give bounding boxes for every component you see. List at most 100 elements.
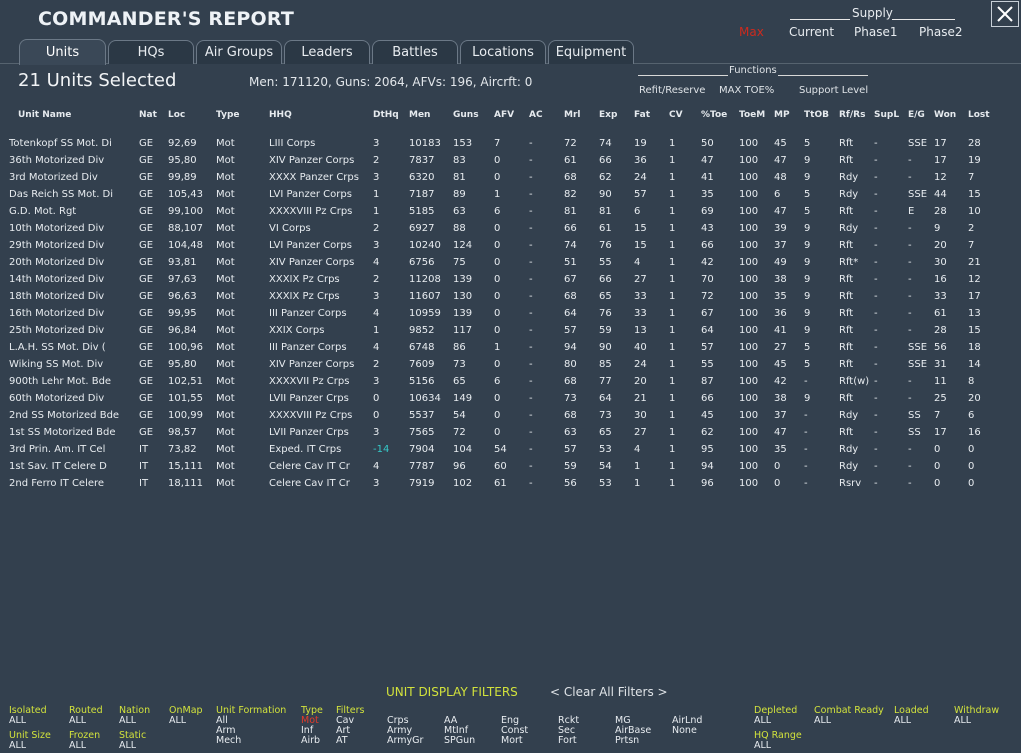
filter-unit-size-all[interactable]: ALL [9, 740, 26, 751]
column-header-loc[interactable]: Loc [168, 110, 185, 120]
tab-units[interactable]: Units [19, 39, 106, 65]
tab-locations[interactable]: Locations [460, 40, 546, 64]
column-header-ttob[interactable]: TtOB [804, 110, 829, 120]
filter-frozen-all[interactable]: ALL [69, 740, 86, 751]
cell-exp: 61 [599, 223, 612, 234]
column-header-exp[interactable]: Exp [599, 110, 617, 120]
filter-depleted-all[interactable]: ALL [754, 715, 771, 726]
filter-type-mort[interactable]: Mort [501, 735, 523, 746]
filter-isolated-all[interactable]: ALL [9, 715, 26, 726]
table-row[interactable]: 900th Lehr Mot. Bde GE 102,51 Mot XXXXVII Pz… [0, 373, 1021, 390]
tab-equipment[interactable]: Equipment [548, 40, 634, 64]
clear-all-filters-button[interactable]: < Clear All Filters > [550, 685, 668, 699]
table-row[interactable]: 29th Motorized Div GE 104,48 Mot LVI Panzer … [0, 237, 1021, 254]
filter-hq-range-all[interactable]: ALL [754, 740, 771, 751]
filter-type-airb[interactable]: Airb [301, 735, 320, 746]
table-row[interactable]: Das Reich SS Mot. Di GE 105,43 Mot LVI Panze… [0, 186, 1021, 203]
table-row[interactable]: 2nd SS Motorized Bde GE 100,99 Mot XXXXVIII … [0, 407, 1021, 424]
column-header-ac[interactable]: AC [529, 110, 543, 120]
column-header-type[interactable]: Type [216, 110, 239, 120]
filter-filters-at[interactable]: AT [336, 735, 348, 746]
column-header-toem[interactable]: ToeM [739, 110, 765, 120]
table-row[interactable]: 14th Motorized Div GE 97,63 Mot XXXIX Pz Crp… [0, 271, 1021, 288]
supply-option-phase2[interactable]: Phase2 [919, 25, 962, 39]
filter-loaded-all[interactable]: ALL [894, 715, 911, 726]
column-header-mp[interactable]: MP [774, 110, 790, 120]
filter-nation-all[interactable]: ALL [119, 715, 136, 726]
tab-battles[interactable]: Battles [372, 40, 458, 64]
filter-onmap-all[interactable]: ALL [169, 715, 186, 726]
filter-routed-all[interactable]: ALL [69, 715, 86, 726]
tab-hqs[interactable]: HQs [108, 40, 194, 64]
column-header-mrl[interactable]: Mrl [564, 110, 580, 120]
table-row[interactable]: 3rd Motorized Div GE 99,89 Mot XXXX Panzer C… [0, 169, 1021, 186]
function-refit-reserve[interactable]: Refit/Reserve [639, 85, 705, 96]
cell-won: 7 [934, 410, 941, 421]
column-header-fat[interactable]: Fat [634, 110, 650, 120]
column-header-e-g[interactable]: E/G [908, 110, 925, 120]
filter-type-armygr[interactable]: ArmyGr [387, 735, 423, 746]
table-row[interactable]: 1st Sav. IT Celere D IT 15,111 Mot Celere Ca… [0, 458, 1021, 475]
cell-mp: 41 [774, 325, 787, 336]
column-header-won[interactable]: Won [934, 110, 956, 120]
column-header-nat[interactable]: Nat [139, 110, 157, 120]
cell-unit-name: 14th Motorized Div [9, 274, 105, 285]
supply-divider-left [790, 19, 850, 20]
column-header-men[interactable]: Men [409, 110, 430, 120]
supply-option-phase1[interactable]: Phase1 [854, 25, 897, 39]
column-header-rf-rs[interactable]: Rf/Rs [839, 110, 865, 120]
table-row[interactable]: 2nd Ferro IT Celere IT 18,111 Mot Celere Cav… [0, 475, 1021, 492]
filter-type-prtsn[interactable]: Prtsn [615, 735, 639, 746]
cell-toe: 66 [701, 393, 714, 404]
table-row[interactable]: L.A.H. SS Mot. Div (GE 100,96 Mot III Panze… [0, 339, 1021, 356]
cell-loc: 104,48 [168, 240, 203, 251]
column-header-supl[interactable]: SupL [874, 110, 899, 120]
column-header-hhq[interactable]: HHQ [269, 110, 292, 120]
column-header-dthq[interactable]: DtHq [373, 110, 399, 120]
function-support-level[interactable]: Support Level [799, 85, 868, 96]
filter-withdraw-all[interactable]: ALL [954, 715, 971, 726]
column-header-unit-name[interactable]: Unit Name [18, 110, 71, 120]
table-row[interactable]: Totenkopf SS Mot. Di GE 92,69 Mot LIII Corps… [0, 135, 1021, 152]
supply-option-max[interactable]: Max [739, 25, 764, 39]
cell-exp: 77 [599, 376, 612, 387]
table-row[interactable]: 36th Motorized Div GE 95,80 Mot XIV Panzer C… [0, 152, 1021, 169]
cell-hhq: XIV Panzer Corps [269, 257, 355, 268]
cell-e-g: SS [908, 427, 921, 438]
filter-unit-formation-mech[interactable]: Mech [216, 735, 241, 746]
table-row[interactable]: 18th Motorized Div GE 96,63 Mot XXXIX Pz Crp… [0, 288, 1021, 305]
supply-option-current[interactable]: Current [789, 25, 834, 39]
cell-ac: - [529, 308, 533, 319]
column-header-cv[interactable]: CV [669, 110, 683, 120]
tab-leaders[interactable]: Leaders [284, 40, 370, 64]
cell-toe: 35 [701, 189, 714, 200]
filter-combat-ready-all[interactable]: ALL [814, 715, 831, 726]
table-row[interactable]: 16th Motorized Div GE 99,95 Mot III Panzer C… [0, 305, 1021, 322]
cell-ttob: 9 [804, 257, 811, 268]
table-row[interactable]: 20th Motorized Div GE 93,81 Mot XIV Panzer C… [0, 254, 1021, 271]
close-button[interactable] [991, 1, 1019, 27]
cell-won: 25 [934, 393, 947, 404]
column-header-toe[interactable]: %Toe [701, 110, 727, 120]
function-max-toe[interactable]: MAX TOE% [719, 85, 774, 96]
table-row[interactable]: Wiking SS Mot. Div GE 95,80 Mot XIV Panzer C… [0, 356, 1021, 373]
table-row[interactable]: 10th Motorized Div GE 88,107 Mot VI Corps 2 69… [0, 220, 1021, 237]
filter-type-none[interactable]: None [672, 725, 697, 736]
column-header-lost[interactable]: Lost [968, 110, 990, 120]
table-row[interactable]: 60th Motorized Div GE 101,55 Mot LVII Panzer… [0, 390, 1021, 407]
tab-air-groups[interactable]: Air Groups [196, 40, 282, 64]
table-row[interactable]: G.D. Mot. Rgt GE 99,100 Mot XXXXVIII Pz Crps… [0, 203, 1021, 220]
cell-mp: 47 [774, 155, 787, 166]
column-header-guns[interactable]: Guns [453, 110, 479, 120]
cell-ttob: 9 [804, 291, 811, 302]
table-row[interactable]: 3rd Prin. Am. IT Cel IT 73,82 Mot Exped. IT … [0, 441, 1021, 458]
table-row[interactable]: 1st SS Motorized Bde GE 98,57 Mot LVII Panze… [0, 424, 1021, 441]
filter-static-all[interactable]: ALL [119, 740, 136, 751]
cell-men: 7837 [409, 155, 435, 166]
cell-afv: 0 [494, 155, 501, 166]
table-row[interactable]: 25th Motorized Div GE 96,84 Mot XXIX Corps 1 9… [0, 322, 1021, 339]
filter-type-fort[interactable]: Fort [558, 735, 577, 746]
filter-type-spgun[interactable]: SPGun [444, 735, 475, 746]
column-header-afv[interactable]: AFV [494, 110, 514, 120]
cell-dthq: 3 [373, 376, 380, 387]
